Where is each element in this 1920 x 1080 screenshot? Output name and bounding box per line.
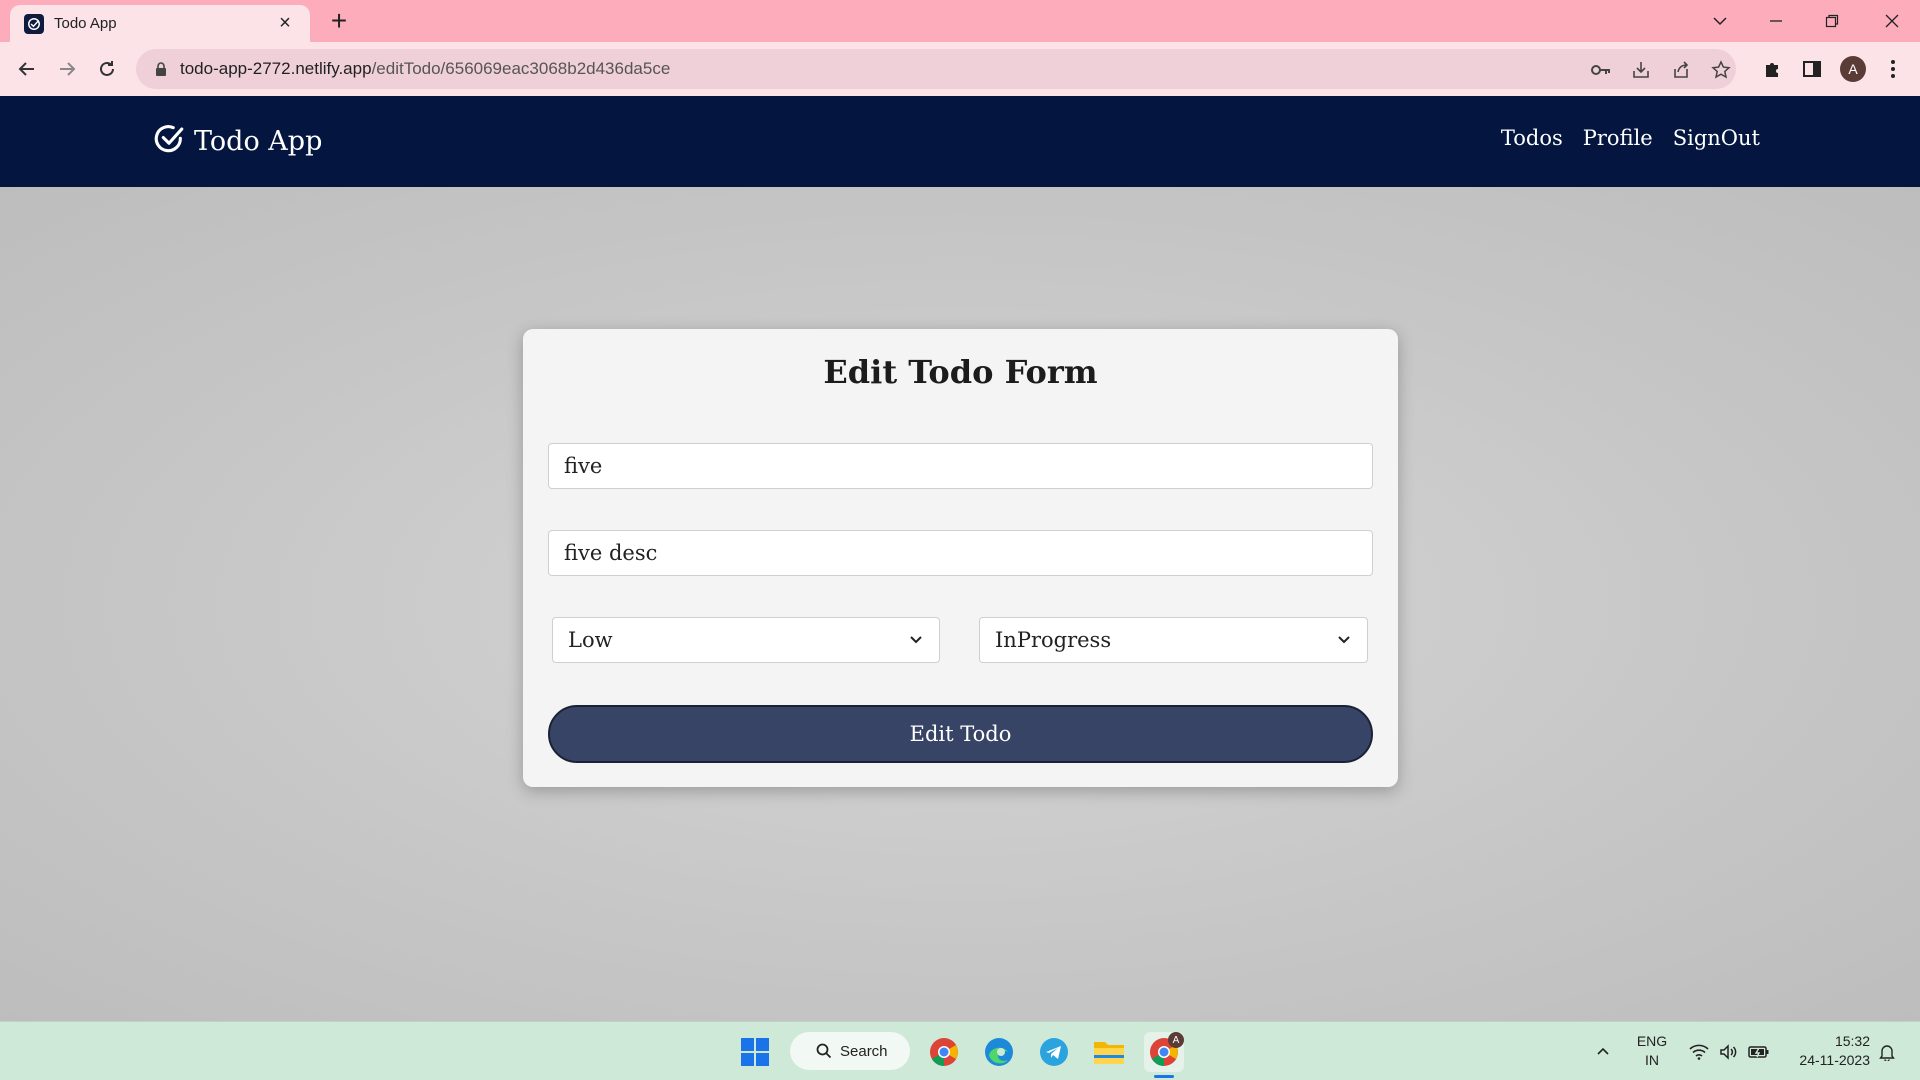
url-text: todo-app-2772.netlify.app/editTodo/65606… (180, 59, 671, 78)
browser-toolbar: todo-app-2772.netlify.app/editTodo/65606… (0, 42, 1920, 96)
new-tab-icon[interactable]: + (324, 6, 354, 36)
brand-title: Todo App (194, 126, 323, 157)
nav-link-profile[interactable]: Profile (1583, 126, 1653, 150)
windows-start-icon[interactable] (735, 1032, 775, 1072)
file-explorer-icon[interactable] (1089, 1032, 1129, 1072)
edit-todo-button[interactable]: Edit Todo (548, 705, 1373, 763)
tab-search-chevron-icon[interactable] (1692, 0, 1748, 42)
priority-select[interactable]: Low (552, 617, 940, 663)
edge-icon[interactable] (979, 1032, 1019, 1072)
edit-todo-card: Edit Todo Form Low InProgress Edit Todo (523, 329, 1398, 787)
status-selected-value: InProgress (995, 628, 1112, 652)
battery-charging-icon[interactable] (1744, 1022, 1774, 1080)
lock-icon[interactable] (150, 62, 172, 76)
key-icon[interactable] (1590, 59, 1612, 81)
extensions-puzzle-icon[interactable] (1757, 54, 1787, 84)
search-label: Search (840, 1042, 888, 1060)
restore-icon[interactable] (1804, 0, 1860, 42)
todo-favicon-icon (24, 13, 44, 34)
volume-icon[interactable] (1714, 1022, 1744, 1080)
side-panel-icon[interactable] (1797, 54, 1827, 84)
form-title: Edit Todo Form (823, 353, 1098, 391)
telegram-icon[interactable] (1034, 1032, 1074, 1072)
priority-selected-value: Low (568, 628, 613, 652)
todo-title-input[interactable] (548, 443, 1373, 489)
language-indicator[interactable]: ENG IN (1632, 1032, 1672, 1070)
nav-link-signout[interactable]: SignOut (1673, 126, 1760, 150)
share-icon[interactable] (1670, 59, 1692, 81)
nav-links: Todos Profile SignOut (1501, 126, 1760, 150)
minimize-icon[interactable] (1748, 0, 1804, 42)
app-navbar: Todo App Todos Profile SignOut (0, 96, 1920, 187)
chevron-down-icon (1336, 628, 1352, 652)
install-app-icon[interactable] (1630, 59, 1652, 81)
chrome-profile-badge: A (1168, 1032, 1184, 1048)
browser-tabbar: Todo App × + (0, 0, 1920, 42)
tab-title: Todo App (54, 15, 117, 32)
chrome-icon[interactable] (924, 1032, 964, 1072)
wifi-icon[interactable] (1684, 1022, 1714, 1080)
back-arrow-icon[interactable] (12, 54, 42, 84)
bookmark-star-icon[interactable] (1710, 59, 1732, 81)
page-content: Edit Todo Form Low InProgress Edit Todo (0, 187, 1920, 1021)
chevron-down-icon (908, 628, 924, 652)
search-icon (816, 1043, 832, 1059)
taskbar-clock[interactable]: 15:32 24-11-2023 (1780, 1032, 1870, 1070)
nav-link-todos[interactable]: Todos (1501, 126, 1563, 150)
browser-tab[interactable]: Todo App × (10, 5, 310, 42)
reload-icon[interactable] (92, 54, 122, 84)
address-bar[interactable]: todo-app-2772.netlify.app/editTodo/65606… (136, 49, 1736, 89)
brand-link[interactable]: Todo App (152, 122, 322, 161)
chrome-active-icon[interactable]: A (1144, 1032, 1184, 1078)
tray-chevron-up-icon[interactable] (1588, 1022, 1618, 1080)
status-select[interactable]: InProgress (979, 617, 1368, 663)
todo-description-input[interactable] (548, 530, 1373, 576)
tab-close-icon[interactable]: × (274, 12, 296, 35)
windows-taskbar: Search A ENG IN 15:32 24-11-2023 (0, 1021, 1920, 1080)
close-window-icon[interactable] (1864, 0, 1920, 42)
forward-arrow-icon[interactable] (52, 54, 82, 84)
clock-date: 24-11-2023 (1799, 1052, 1870, 1068)
check-circle-icon (152, 122, 186, 161)
active-app-indicator (1154, 1075, 1174, 1078)
browser-menu-icon[interactable] (1878, 54, 1908, 84)
notification-bell-icon[interactable] (1872, 1022, 1902, 1080)
profile-avatar[interactable]: A (1838, 54, 1868, 84)
clock-time: 15:32 (1834, 1033, 1870, 1049)
taskbar-search[interactable]: Search (790, 1032, 910, 1070)
